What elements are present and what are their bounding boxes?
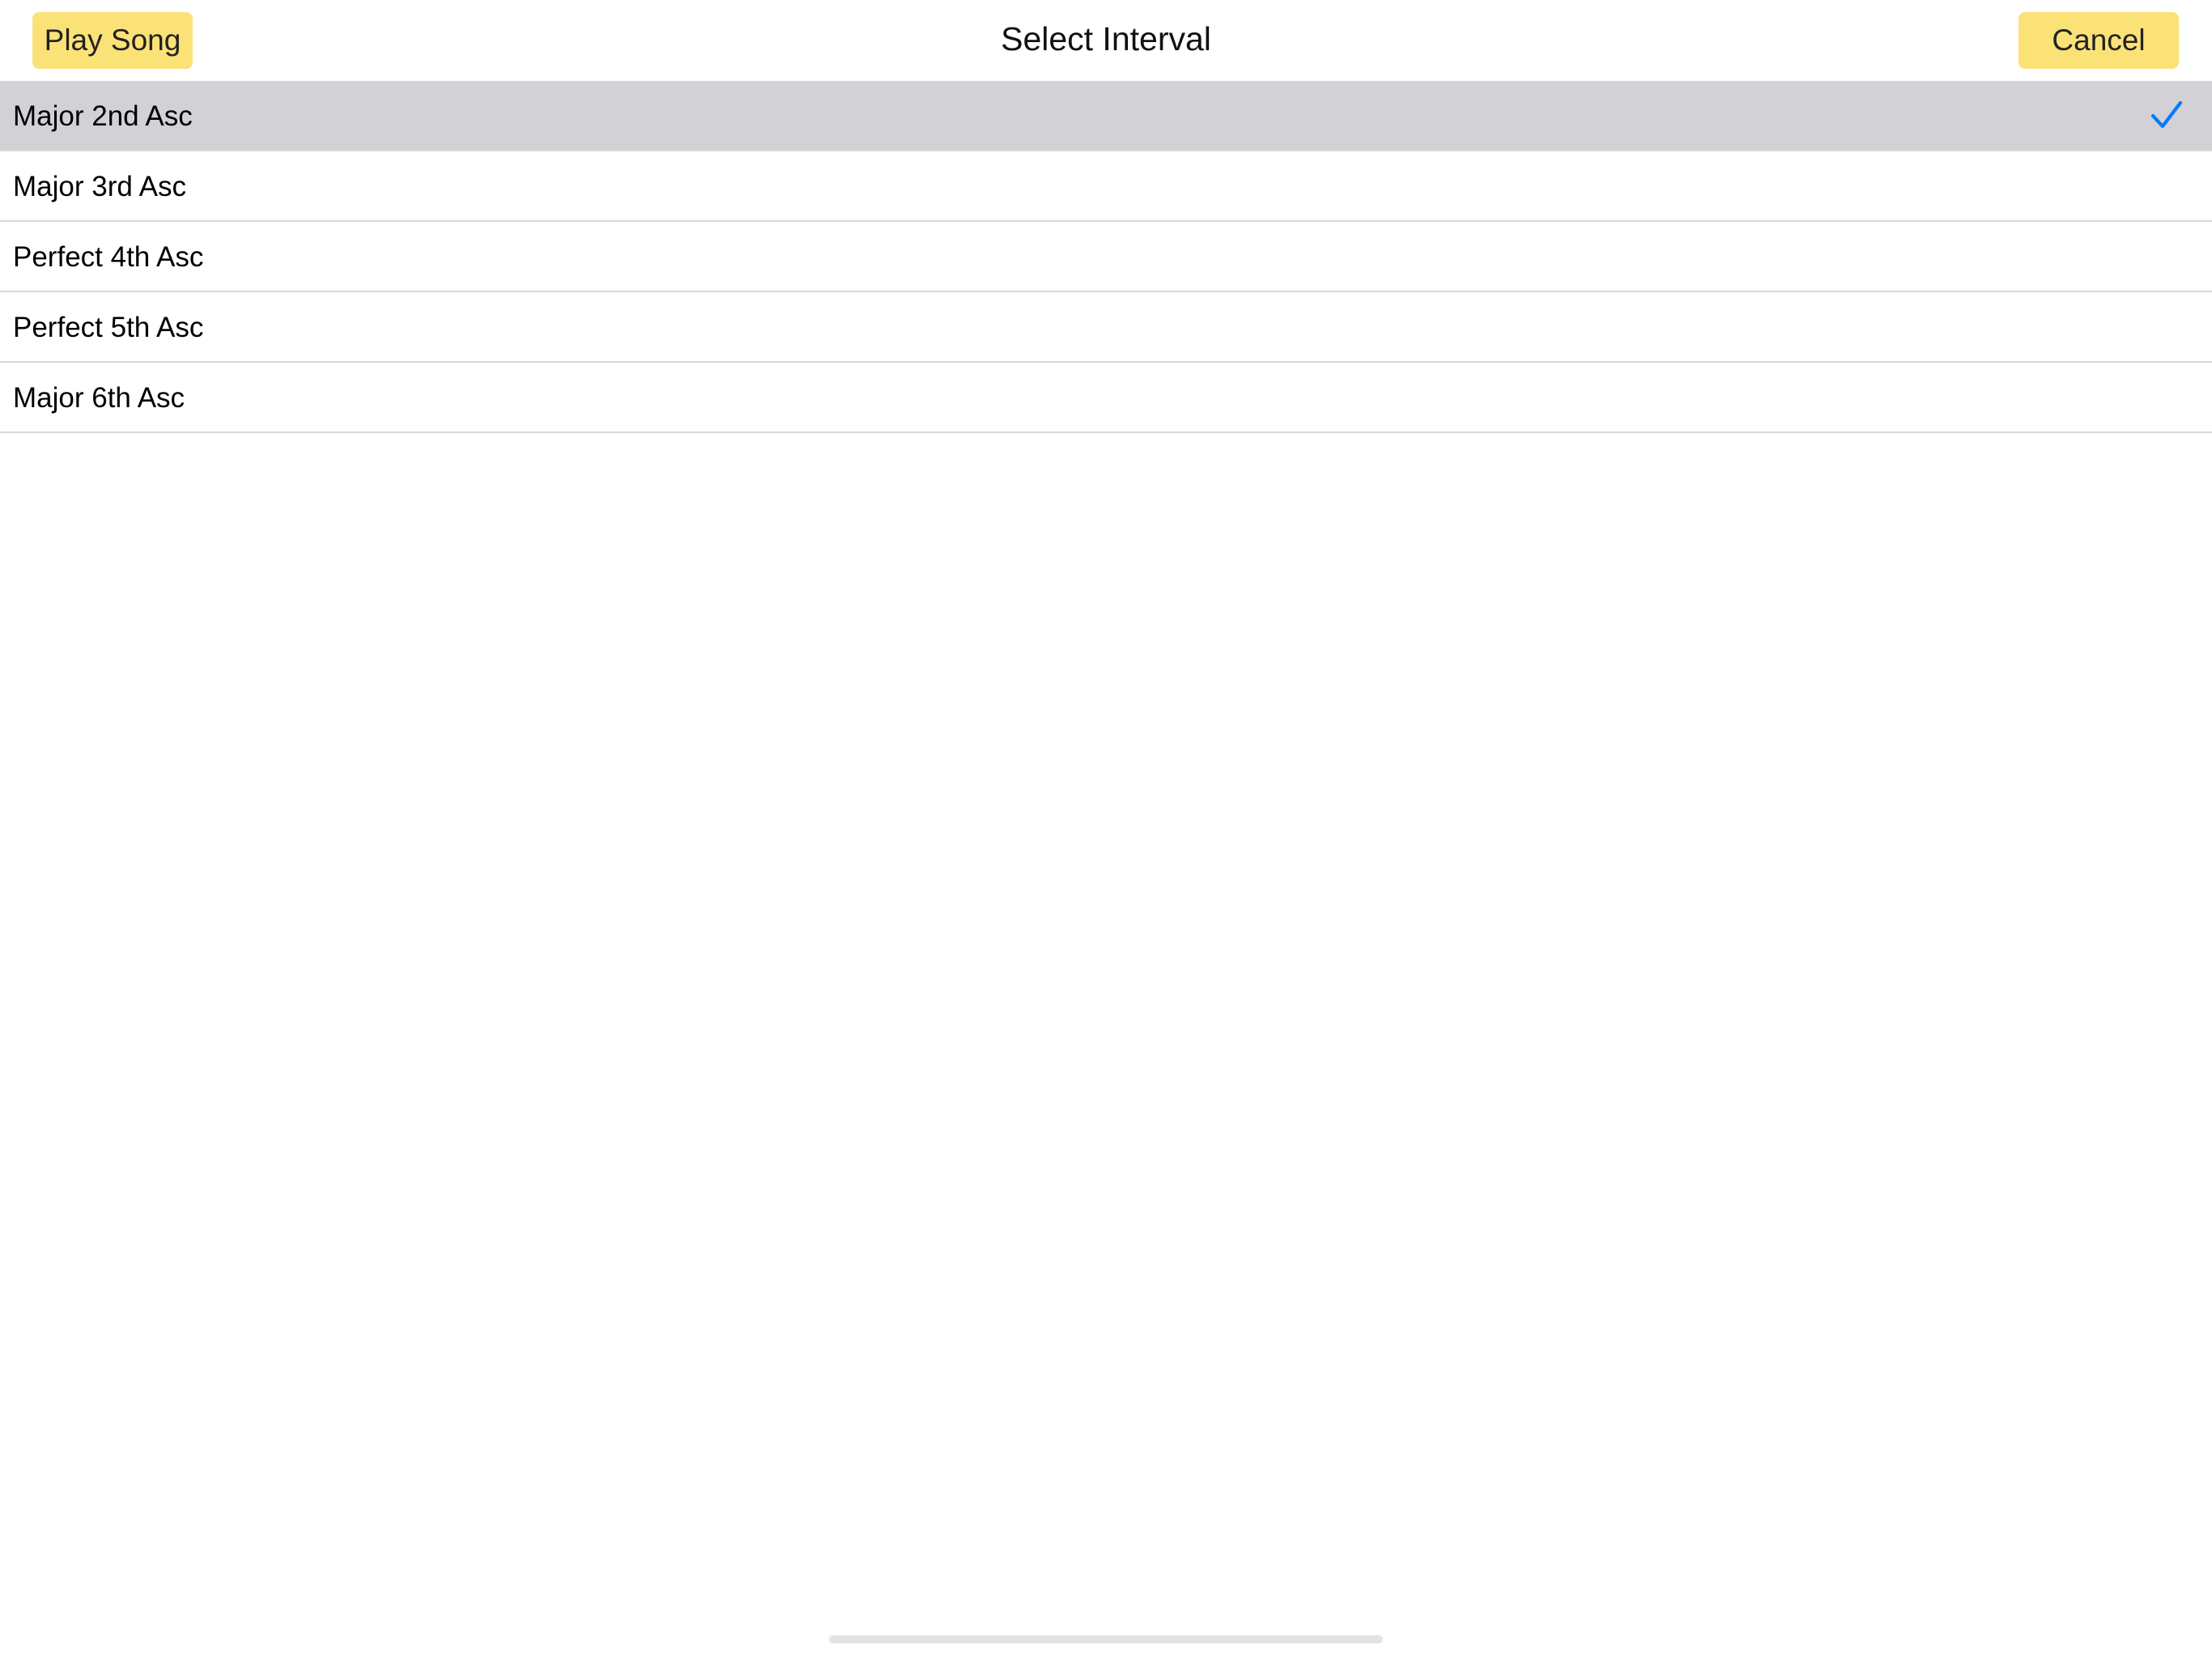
interval-label: Major 2nd Asc bbox=[13, 100, 193, 132]
interval-label: Perfect 4th Asc bbox=[13, 241, 204, 273]
play-song-button[interactable]: Play Song bbox=[32, 12, 193, 69]
page-title: Select Interval bbox=[1001, 20, 1211, 57]
interval-label: Major 6th Asc bbox=[13, 382, 185, 414]
select-interval-screen: Play Song Select Interval Cancel Major 2… bbox=[0, 0, 2212, 1658]
interval-row-major-3rd-asc[interactable]: Major 3rd Asc bbox=[0, 151, 2212, 222]
interval-list: Major 2nd Asc Major 3rd Asc Perfect 4th … bbox=[0, 81, 2212, 433]
home-indicator bbox=[829, 1635, 1383, 1643]
interval-label: Major 3rd Asc bbox=[13, 171, 186, 202]
interval-row-perfect-4th-asc[interactable]: Perfect 4th Asc bbox=[0, 222, 2212, 292]
interval-row-major-6th-asc[interactable]: Major 6th Asc bbox=[0, 363, 2212, 433]
cancel-button[interactable]: Cancel bbox=[2018, 12, 2179, 69]
interval-row-major-2nd-asc[interactable]: Major 2nd Asc bbox=[0, 81, 2212, 151]
interval-label: Perfect 5th Asc bbox=[13, 312, 204, 343]
interval-row-perfect-5th-asc[interactable]: Perfect 5th Asc bbox=[0, 292, 2212, 363]
checkmark-icon bbox=[2150, 100, 2183, 129]
navigation-bar: Play Song Select Interval Cancel bbox=[0, 0, 2212, 81]
